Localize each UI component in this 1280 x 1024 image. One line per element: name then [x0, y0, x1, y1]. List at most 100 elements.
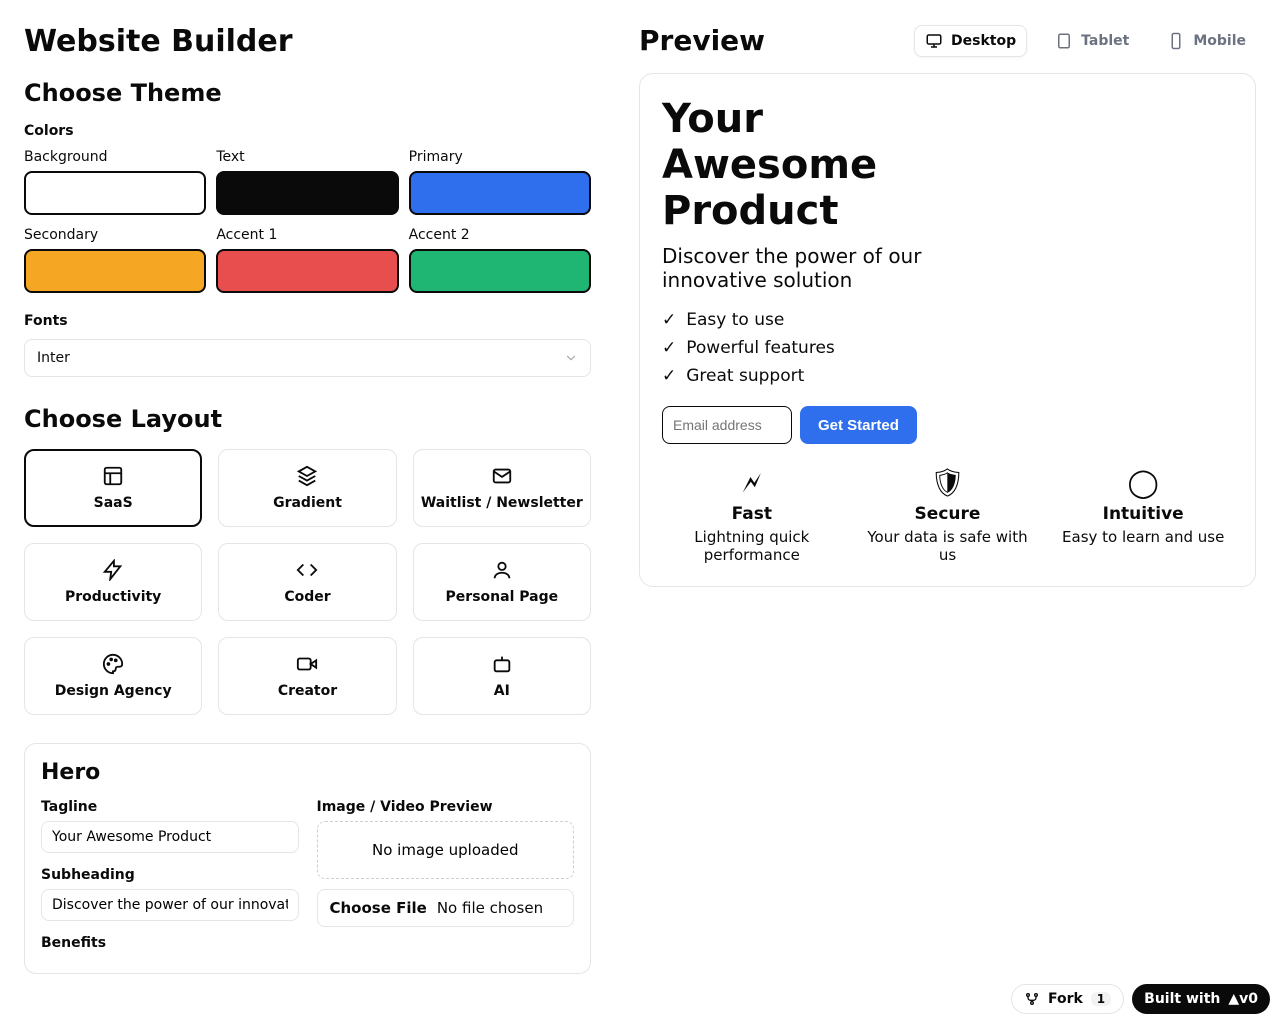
- color-swatch-accent1[interactable]: [216, 249, 398, 293]
- preview-hero-sub: Discover the power of our innovative sol…: [662, 244, 1002, 292]
- layout-card-creator[interactable]: Creator: [218, 637, 396, 715]
- font-select[interactable]: Inter: [24, 339, 591, 377]
- feature-card: 🗲 Fast Lightning quick performance: [662, 470, 842, 564]
- color-swatch-secondary[interactable]: [24, 249, 206, 293]
- app-title: Website Builder: [24, 24, 591, 59]
- dropzone-text: No image uploaded: [372, 841, 519, 859]
- feature-desc: Easy to learn and use: [1053, 528, 1233, 546]
- hero-editor-card: Hero Tagline Subheading Benefits Image /…: [24, 743, 591, 974]
- preview-email-input[interactable]: [662, 406, 792, 444]
- fork-button[interactable]: Fork 1: [1011, 984, 1124, 1014]
- device-desktop-button[interactable]: Desktop: [914, 25, 1027, 57]
- tablet-icon: [1055, 32, 1073, 50]
- layout-card-label: SaaS: [94, 495, 133, 511]
- layout-card-saas[interactable]: SaaS: [24, 449, 202, 527]
- color-swatch-primary[interactable]: [409, 171, 591, 215]
- choose-theme-heading: Choose Theme: [24, 79, 591, 107]
- subheading-label: Subheading: [41, 867, 299, 883]
- color-swatch-accent2[interactable]: [409, 249, 591, 293]
- bot-icon: [491, 653, 513, 675]
- file-picker-button-label: Choose File: [330, 899, 427, 917]
- file-picker[interactable]: Choose File No file chosen: [317, 889, 575, 927]
- color-swatch-text[interactable]: [216, 171, 398, 215]
- choose-layout-heading: Choose Layout: [24, 405, 591, 433]
- layout-card-label: Gradient: [273, 495, 342, 511]
- layout-card-ai[interactable]: AI: [413, 637, 591, 715]
- smartphone-icon: [1167, 32, 1185, 50]
- preview-heading: Preview: [639, 24, 765, 57]
- layout-card-label: Waitlist / Newsletter: [421, 495, 583, 511]
- device-label: Tablet: [1081, 33, 1129, 49]
- swatch-label-text: Text: [216, 149, 398, 165]
- built-with-badge[interactable]: Built with ▲v0: [1132, 984, 1270, 1014]
- layout-card-label: Productivity: [65, 589, 161, 605]
- video-icon: [296, 653, 318, 675]
- device-mobile-button[interactable]: Mobile: [1157, 26, 1256, 56]
- layout-card-agency[interactable]: Design Agency: [24, 637, 202, 715]
- layout-card-label: Personal Page: [446, 589, 559, 605]
- hero-editor-heading: Hero: [41, 760, 574, 785]
- device-label: Mobile: [1193, 33, 1246, 49]
- code-icon: [296, 559, 318, 581]
- preview-hero-title: Your Awesome Product: [662, 96, 922, 234]
- font-select-value: Inter: [37, 350, 70, 366]
- layout-card-coder[interactable]: Coder: [218, 543, 396, 621]
- check-icon: ✓: [662, 338, 676, 358]
- editor-panel[interactable]: Website Builder Choose Theme Colors Back…: [0, 0, 615, 1024]
- feature-name: Secure: [858, 504, 1038, 524]
- layout-card-waitlist[interactable]: Waitlist / Newsletter: [413, 449, 591, 527]
- benefit-item: Great support: [686, 366, 804, 386]
- subheading-input[interactable]: [41, 889, 299, 921]
- swatch-label-accent2: Accent 2: [409, 227, 591, 243]
- user-icon: [491, 559, 513, 581]
- layout-card-label: Creator: [278, 683, 337, 699]
- preview-benefits-list: ✓Easy to use ✓Powerful features ✓Great s…: [662, 310, 1233, 386]
- swatch-label-primary: Primary: [409, 149, 591, 165]
- feature-name: Intuitive: [1053, 504, 1233, 524]
- fork-label: Fork: [1048, 991, 1083, 1007]
- swatch-label-background: Background: [24, 149, 206, 165]
- color-swatch-background[interactable]: [24, 171, 206, 215]
- git-fork-icon: [1024, 991, 1040, 1007]
- colors-label: Colors: [24, 123, 591, 139]
- benefit-item: Powerful features: [686, 338, 835, 358]
- monitor-icon: [925, 32, 943, 50]
- benefit-item: Easy to use: [686, 310, 784, 330]
- fork-count: 1: [1091, 992, 1111, 1006]
- chevron-down-icon: [564, 351, 578, 365]
- fonts-label: Fonts: [24, 313, 591, 329]
- feature-name: Fast: [662, 504, 842, 524]
- device-label: Desktop: [951, 33, 1016, 49]
- tagline-label: Tagline: [41, 799, 299, 815]
- layout-card-productivity[interactable]: Productivity: [24, 543, 202, 621]
- check-icon: ✓: [662, 366, 676, 386]
- feature-icon: 🗲: [662, 470, 842, 498]
- file-picker-status: No file chosen: [437, 899, 543, 917]
- preview-get-started-button[interactable]: Get Started: [800, 406, 917, 444]
- palette-icon: [102, 653, 124, 675]
- preview-panel: Preview Desktop Tablet Mobile Your Aweso…: [615, 0, 1280, 1024]
- layers-icon: [296, 465, 318, 487]
- feature-icon: 🛡: [858, 470, 1038, 498]
- layout-card-personal[interactable]: Personal Page: [413, 543, 591, 621]
- built-with-brand: ▲v0: [1228, 991, 1258, 1007]
- benefits-label: Benefits: [41, 935, 299, 951]
- built-with-label: Built with: [1144, 991, 1220, 1007]
- feature-card: ◯ Intuitive Easy to learn and use: [1053, 470, 1233, 564]
- feature-desc: Lightning quick performance: [662, 528, 842, 564]
- feature-desc: Your data is safe with us: [858, 528, 1038, 564]
- feature-card: 🛡 Secure Your data is safe with us: [858, 470, 1038, 564]
- layout-card-gradient[interactable]: Gradient: [218, 449, 396, 527]
- device-tablet-button[interactable]: Tablet: [1045, 26, 1139, 56]
- layout-grid: SaaS Gradient Waitlist / Newsletter Prod…: [24, 449, 591, 715]
- preview-surface: Your Awesome Product Discover the power …: [639, 73, 1256, 587]
- swatch-label-secondary: Secondary: [24, 227, 206, 243]
- zap-icon: [102, 559, 124, 581]
- feature-icon: ◯: [1053, 470, 1233, 498]
- layout-card-label: Coder: [284, 589, 330, 605]
- image-preview-label: Image / Video Preview: [317, 799, 575, 815]
- tagline-input[interactable]: [41, 821, 299, 853]
- layout-card-label: Design Agency: [55, 683, 172, 699]
- swatch-label-accent1: Accent 1: [216, 227, 398, 243]
- image-dropzone[interactable]: No image uploaded: [317, 821, 575, 879]
